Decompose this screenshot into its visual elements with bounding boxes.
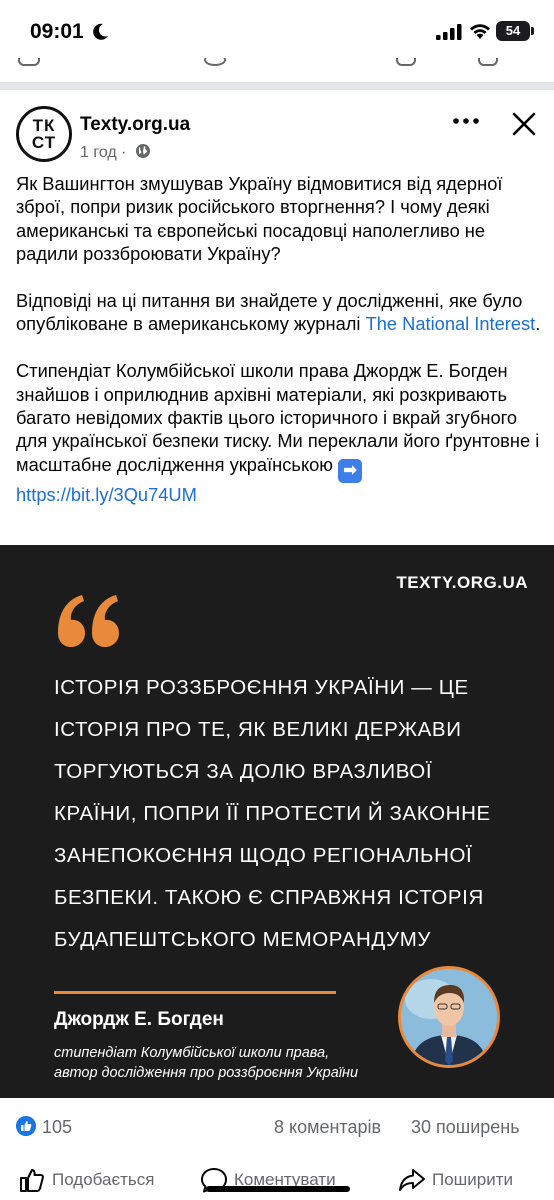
- quote-icon: [58, 595, 119, 647]
- author-photo: [398, 966, 500, 1068]
- like-button[interactable]: Подобається: [18, 1166, 168, 1196]
- partial-icon: [18, 58, 40, 66]
- post-paragraph: Відповіді на ці питання ви знайдете у до…: [16, 289, 542, 336]
- more-options-button[interactable]: [452, 112, 480, 132]
- bitly-link[interactable]: https://bit.ly/3Qu74UM: [16, 484, 197, 505]
- partial-icon: [204, 58, 226, 66]
- accent-divider: [54, 991, 336, 994]
- page-name[interactable]: Texty.org.ua: [80, 114, 190, 136]
- thumbs-up-icon: [20, 1169, 44, 1192]
- globe-icon: [135, 144, 150, 158]
- signal-icon: [436, 24, 462, 40]
- top-toolbar-partial: [0, 58, 554, 72]
- partial-icon: [396, 58, 416, 66]
- quote-line: Будапештського меморандуму: [54, 928, 432, 951]
- quote-text: Історія роззброєння України — це історія…: [54, 667, 514, 961]
- status-time: 09:01: [30, 20, 84, 43]
- post-image[interactable]: TEXTY.ORG.UA Історія роззброєння України…: [0, 545, 554, 1098]
- arrow-right-icon: ➡: [338, 458, 363, 483]
- page-avatar[interactable]: ТК СТ: [16, 106, 72, 162]
- quote-line: занепокоєння щодо регіональної: [54, 844, 473, 867]
- author-description: стипендіат Колумбійської школи права, ав…: [54, 1043, 358, 1083]
- moon-icon: [93, 23, 108, 40]
- post-header: ТК СТ Texty.org.ua 1 год ·: [0, 96, 554, 166]
- national-interest-link[interactable]: The National Interest: [366, 313, 536, 334]
- logo-text-line: ТК: [32, 116, 56, 135]
- close-icon[interactable]: [510, 110, 538, 138]
- like-label: Подобається: [52, 1170, 155, 1189]
- share-label: Поширити: [432, 1170, 514, 1189]
- reactions-bar: 105 8 коментарів 30 поширень: [0, 1112, 554, 1142]
- share-button[interactable]: Поширити: [398, 1166, 538, 1196]
- logo-text-line: СТ: [31, 133, 57, 152]
- battery-cap: [531, 27, 534, 35]
- wifi-icon: [470, 24, 490, 39]
- author-name: Джордж Е. Богден: [54, 1009, 224, 1030]
- paragraph-text: Стипендіат Колумбійської школи права Джо…: [16, 360, 540, 475]
- quote-line: безпеки. Такою є справжня історія: [54, 886, 484, 909]
- post-meta: 1 год ·: [80, 143, 151, 162]
- more-dots-icon: [453, 118, 479, 124]
- person-portrait-icon: [401, 969, 497, 1065]
- post-text: Як Вашингтон змушував Україну відмовитис…: [16, 172, 542, 530]
- quote-line: країни, попри її протести й законне: [54, 802, 491, 825]
- post-paragraph: Стипендіат Колумбійської школи права Джо…: [16, 359, 542, 506]
- status-bar: 09:01 54: [0, 0, 554, 60]
- quote-line: торгуються за долю вразливої: [54, 760, 433, 783]
- author-desc-line: стипендіат Колумбійської школи права,: [54, 1045, 330, 1061]
- comments-count[interactable]: 8 коментарів: [274, 1117, 381, 1138]
- post-actions: Подобається Коментувати Поширити: [0, 1160, 554, 1200]
- like-count[interactable]: 105: [42, 1117, 72, 1138]
- battery-icon: 54: [496, 21, 530, 41]
- post-paragraph: Як Вашингтон змушував Україну відмовитис…: [16, 173, 503, 265]
- paragraph-end: .: [535, 313, 541, 335]
- card-brand: TEXTY.ORG.UA: [396, 573, 528, 592]
- partial-icon: [478, 58, 498, 66]
- quote-line: історія про те, як великі держави: [54, 718, 462, 741]
- quote-line: Історія роззброєння України — це: [54, 676, 469, 699]
- share-arrow-icon: [399, 1169, 425, 1191]
- like-reaction-icon[interactable]: [16, 1116, 36, 1136]
- shares-count[interactable]: 30 поширень: [411, 1117, 520, 1138]
- author-desc-line: автор дослідження про роззброєння Україн…: [54, 1065, 359, 1081]
- feed-divider: [0, 82, 554, 90]
- post-time[interactable]: 1 год ·: [80, 144, 126, 161]
- home-indicator[interactable]: [206, 1186, 350, 1192]
